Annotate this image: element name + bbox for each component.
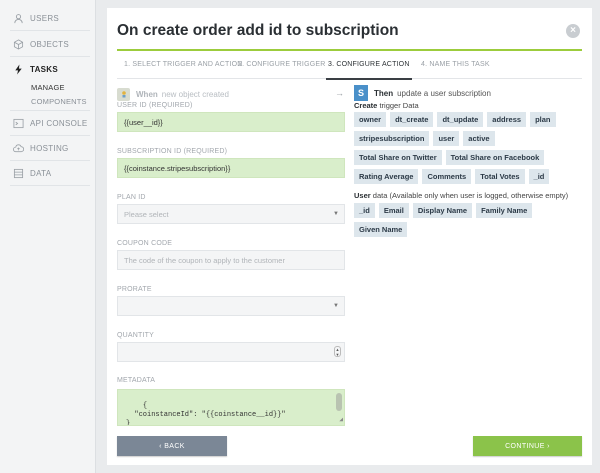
variable-tag[interactable]: Total Share on Twitter <box>354 150 442 165</box>
divider <box>10 56 90 57</box>
create-data-heading: Create trigger Data <box>354 101 419 110</box>
continue-button[interactable]: CONTINUE › <box>473 436 582 456</box>
coupon-code-label: COUPON CODE <box>117 240 173 247</box>
variable-tag[interactable]: owner <box>354 112 387 127</box>
user-data-heading: User data (Available only when user is l… <box>354 191 568 200</box>
sidebar-item-hosting[interactable]: HOSTING <box>0 137 96 159</box>
lightning-icon <box>12 63 24 75</box>
variable-tag[interactable]: active <box>463 131 495 146</box>
variable-tag[interactable]: Total Share on Facebook <box>445 150 545 165</box>
sidebar-item-tasks[interactable]: TASKS <box>0 58 96 80</box>
quantity-label: QUANTITY <box>117 332 154 339</box>
modal-title: On create order add id to subscription <box>117 22 399 39</box>
tab-select-trigger[interactable]: 1. SELECT TRIGGER AND ACTION <box>124 51 243 79</box>
divider <box>10 185 90 186</box>
metadata-label: METADATA <box>117 377 156 384</box>
subscription-id-field[interactable]: {{coinstance.stripesubscription}} <box>117 158 345 178</box>
variable-tag[interactable]: _id <box>528 169 550 184</box>
sidebar-item-label: DATA <box>30 168 52 178</box>
chevron-down-icon: ▼ <box>333 303 339 309</box>
sidebar-subitem-manage[interactable]: MANAGE <box>31 83 65 92</box>
action-summary: S Then update a user subscription <box>354 84 491 102</box>
cube-icon <box>12 38 24 50</box>
tab-name-task[interactable]: 4. NAME THIS TASK <box>421 51 490 79</box>
cloud-upload-icon <box>12 142 24 154</box>
sidebar-item-label: TASKS <box>30 64 59 74</box>
plan-id-value: Please select <box>124 209 169 219</box>
create-word: Create <box>354 101 378 110</box>
close-icon[interactable]: × <box>566 24 580 38</box>
sidebar-subitem-components[interactable]: COMPONENTS <box>31 97 87 106</box>
create-tags: owner dt_create dt_update address plan s… <box>354 112 582 184</box>
task-modal: On create order add id to subscription ×… <box>107 8 592 465</box>
plan-id-select[interactable]: Please select ▼ <box>117 204 345 224</box>
sidebar-item-users[interactable]: USERS <box>0 7 96 29</box>
create-rest: trigger Data <box>377 101 419 110</box>
then-label: Then <box>374 88 394 98</box>
prorate-select[interactable]: ▼ <box>117 296 345 316</box>
terminal-icon <box>12 117 24 129</box>
sidebar-item-data[interactable]: DATA <box>0 162 96 184</box>
trigger-icon <box>117 87 130 101</box>
spinner-icon[interactable]: ▲ ▼ <box>334 346 341 357</box>
variable-tag[interactable]: dt_create <box>390 112 434 127</box>
variable-tag[interactable]: Display Name <box>412 203 473 218</box>
sidebar: USERS OBJECTS TASKS MANAGE COMPONENTS AP… <box>0 0 96 473</box>
metadata-textarea[interactable]: { "coinstanceId": "{{coinstance__id}}" }… <box>117 389 345 426</box>
sidebar-item-api-console[interactable]: API CONSOLE <box>0 112 96 134</box>
sidebar-item-label: HOSTING <box>30 143 69 153</box>
user-id-field[interactable]: {{user__id}} <box>117 112 345 132</box>
back-button[interactable]: ‹ BACK <box>117 436 227 456</box>
sidebar-item-label: USERS <box>30 13 60 23</box>
database-icon <box>12 167 24 179</box>
variable-tag[interactable]: Rating Average <box>354 169 419 184</box>
user-word: User <box>354 191 371 200</box>
divider <box>10 135 90 136</box>
variable-tag[interactable]: Given Name <box>354 222 408 237</box>
scrollbar[interactable] <box>336 393 342 411</box>
when-label: When <box>136 89 158 99</box>
variable-tag[interactable]: user <box>433 131 460 146</box>
divider <box>10 30 90 31</box>
metadata-value: { "coinstanceId": "{{coinstance__id}}" } <box>126 402 286 426</box>
variable-tag[interactable]: Email <box>378 203 409 218</box>
variable-tag[interactable]: Total Votes <box>475 169 525 184</box>
plan-id-label: PLAN ID <box>117 194 146 201</box>
variable-tag[interactable]: Family Name <box>476 203 533 218</box>
trigger-text: new object created <box>161 89 229 99</box>
prorate-label: PRORATE <box>117 286 152 293</box>
divider <box>10 110 90 111</box>
subscription-id-label: SUBSCRIPTION ID (REQUIRED) <box>117 148 228 155</box>
stripe-icon: S <box>354 85 368 101</box>
quantity-stepper[interactable]: ▲ ▼ <box>117 342 345 362</box>
tab-configure-action[interactable]: 3. CONFIGURE ACTION <box>326 51 412 80</box>
variable-tag[interactable]: dt_update <box>437 112 484 127</box>
step-tabs: 1. SELECT TRIGGER AND ACTION 2. CONFIGUR… <box>117 51 582 80</box>
sidebar-item-objects[interactable]: OBJECTS <box>0 33 96 55</box>
variable-tag[interactable]: Comments <box>422 169 472 184</box>
arrow-right-icon: → <box>335 88 344 98</box>
variable-tag[interactable]: plan <box>530 112 556 127</box>
coupon-code-field[interactable]: The code of the coupon to apply to the c… <box>117 250 345 270</box>
sidebar-item-label: OBJECTS <box>30 39 69 49</box>
user-tags: _id Email Display Name Family Name Given… <box>354 203 582 237</box>
users-icon <box>12 12 24 24</box>
divider <box>10 160 90 161</box>
action-text: update a user subscription <box>397 88 491 98</box>
resize-handle-icon[interactable]: ◢ <box>339 415 343 424</box>
chevron-down-icon: ▼ <box>333 211 339 217</box>
user-rest: data (Available only when user is logged… <box>370 191 569 200</box>
sidebar-item-label: API CONSOLE <box>30 118 88 128</box>
user-id-label: USER ID (REQUIRED) <box>117 102 193 109</box>
tab-configure-trigger[interactable]: 2. CONFIGURE TRIGGER <box>238 51 326 79</box>
variable-tag[interactable]: address <box>487 112 527 127</box>
trigger-summary: When new object created <box>117 86 345 102</box>
variable-tag[interactable]: stripesubscription <box>354 131 430 146</box>
variable-tag[interactable]: _id <box>354 203 375 218</box>
